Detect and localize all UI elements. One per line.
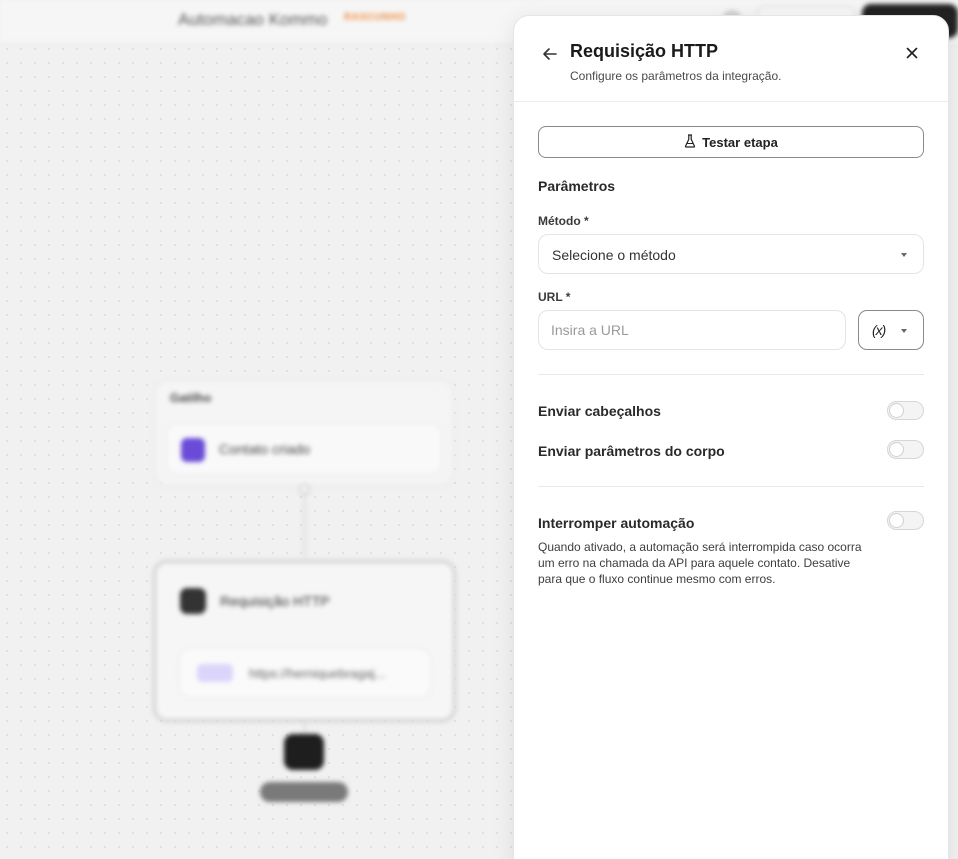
divider xyxy=(538,374,924,375)
panel-title: Requisição HTTP xyxy=(570,41,719,61)
parameters-title: Parâmetros xyxy=(538,178,616,194)
method-label: Método * xyxy=(538,214,589,228)
status-badge: RASCUNHO xyxy=(344,12,406,23)
toggle-knob xyxy=(889,442,904,457)
http-step-summary: https://herniquebragaj... xyxy=(178,647,432,699)
toggle-knob xyxy=(889,403,904,418)
close-icon[interactable] xyxy=(902,43,922,63)
flask-icon xyxy=(684,133,696,151)
send-headers-label: Enviar cabeçalhos xyxy=(538,403,661,419)
divider xyxy=(538,486,924,487)
arrow-left-icon[interactable] xyxy=(540,44,560,64)
add-step-node[interactable] xyxy=(299,484,310,495)
stop-automation-toggle[interactable] xyxy=(887,511,924,530)
panel-subtitle: Configure os parâmetros da integração. xyxy=(570,69,782,83)
http-request-panel: Requisição HTTP Configure os parâmetros … xyxy=(513,15,949,859)
chevron-down-icon xyxy=(901,253,907,257)
trigger-card[interactable]: Gatilho Contato criado xyxy=(155,380,453,486)
chevron-down-icon xyxy=(901,329,907,333)
trigger-event[interactable]: Contato criado xyxy=(166,423,442,475)
panel-header: Requisição HTTP Configure os parâmetros … xyxy=(514,16,948,102)
stop-automation-description: Quando ativado, a automação será interro… xyxy=(538,540,862,586)
stop-automation-label: Interromper automação xyxy=(538,515,695,531)
trigger-event-label: Contato criado xyxy=(219,441,311,457)
workflow-title[interactable]: Automacao Kommo xyxy=(178,10,327,30)
connector-line xyxy=(304,488,305,558)
method-badge xyxy=(197,664,233,682)
variable-icon: (x) xyxy=(872,322,886,338)
http-step-icon xyxy=(180,588,206,614)
test-step-button[interactable]: Testar etapa xyxy=(538,126,924,158)
test-step-label: Testar etapa xyxy=(702,134,778,150)
http-step-card[interactable]: Requisição HTTP https://herniquebragaj..… xyxy=(153,560,456,722)
add-step-button[interactable] xyxy=(284,734,324,770)
http-step-title: Requisição HTTP xyxy=(220,593,330,609)
method-select[interactable]: Selecione o método xyxy=(538,234,924,274)
trigger-event-icon xyxy=(181,438,205,462)
trigger-header: Gatilho xyxy=(170,391,212,405)
send-body-toggle[interactable] xyxy=(887,440,924,459)
url-input[interactable] xyxy=(538,310,846,350)
end-flow-pill xyxy=(260,782,348,802)
send-headers-toggle[interactable] xyxy=(887,401,924,420)
send-body-label: Enviar parâmetros do corpo xyxy=(538,443,725,459)
url-label: URL * xyxy=(538,290,571,304)
toggle-knob xyxy=(889,513,904,528)
method-select-value: Selecione o método xyxy=(552,247,676,263)
insert-variable-button[interactable]: (x) xyxy=(858,310,924,350)
http-step-url: https://herniquebragaj... xyxy=(249,666,386,681)
